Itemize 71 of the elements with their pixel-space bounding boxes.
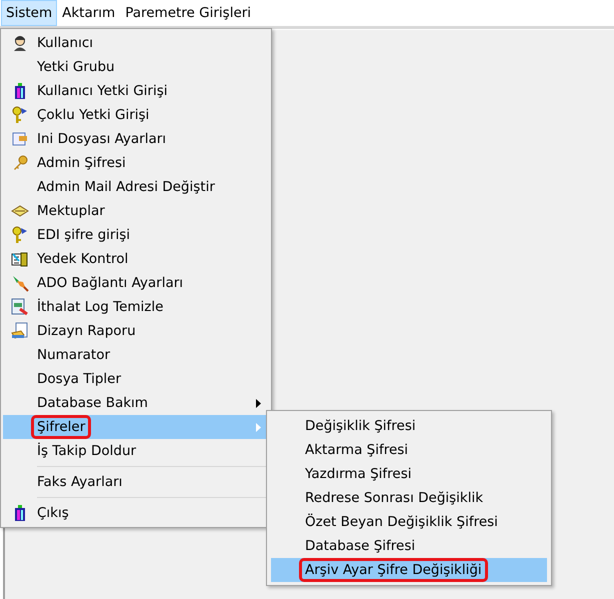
menu-item[interactable]: Kullanıcı Yetki Girişi <box>3 79 269 103</box>
menu-item[interactable]: Çıkış <box>3 494 269 525</box>
menu-item-label: Dizayn Raporu <box>36 322 137 340</box>
menu-item-label: Admin Mail Adresi Değiştir <box>36 178 216 196</box>
key-icon <box>12 155 28 171</box>
menu-item[interactable]: Özet Beyan Değişiklik Şifresi <box>271 510 547 534</box>
menu-item[interactable]: Şifreler <box>3 415 269 439</box>
menu-item[interactable]: İş Takip Doldur <box>3 439 269 463</box>
menu-item[interactable]: Ini Dosyası Ayarları <box>3 127 269 151</box>
menu-item[interactable]: Yazdırma Şifresi <box>271 462 547 486</box>
menu-item-label: Dosya Tipler <box>36 370 122 388</box>
menu-item-label: EDI şifre girişi <box>36 226 131 244</box>
menu-item-label: Admin Şifresi <box>36 154 127 172</box>
menu-item[interactable]: Faks Ayarları <box>3 463 269 494</box>
menu-item-label: Kullanıcı <box>36 34 94 52</box>
document-icon <box>12 131 28 147</box>
menu-item-label: İthalat Log Temizle <box>36 298 164 316</box>
menu-item-label: Numarator <box>36 346 112 364</box>
menu-item[interactable]: Kullanıcı <box>3 31 269 55</box>
menu-item-label: Database Bakım <box>36 394 149 412</box>
tower-icon <box>13 504 27 522</box>
plug-icon <box>11 274 29 292</box>
menu-item-label: Çıkış <box>36 504 70 522</box>
menu-item-label: Yazdırma Şifresi <box>304 465 413 483</box>
menu-bar-item[interactable]: Paremetre Girişleri <box>120 0 256 26</box>
menu-item[interactable]: Aktarma Şifresi <box>271 438 547 462</box>
menu-item[interactable]: Yedek Kontrol <box>3 247 269 271</box>
menu-item[interactable]: Arşiv Ayar Şifre Değişikliği <box>271 558 547 582</box>
backup-icon <box>11 251 29 267</box>
menu-item[interactable]: Database Bakım <box>3 391 269 415</box>
menu-item-label: Database Şifresi <box>304 537 416 555</box>
key-icon <box>12 226 28 244</box>
report-icon <box>11 322 29 340</box>
key-icon <box>12 106 28 124</box>
submenu-arrow-icon <box>256 399 261 408</box>
menu-item-label: Faks Ayarları <box>36 473 124 491</box>
person-icon <box>12 35 28 51</box>
menu-bar-item[interactable]: Sistem <box>1 0 58 26</box>
menu-item[interactable]: Değişiklik Şifresi <box>271 414 547 438</box>
menu-bar-item[interactable]: Aktarım <box>57 0 120 26</box>
menu-item[interactable]: ADO Bağlantı Ayarları <box>3 271 269 295</box>
menu-item[interactable]: İthalat Log Temizle <box>3 295 269 319</box>
menu-item-label: Değişiklik Şifresi <box>304 417 417 435</box>
menu-item[interactable]: Mektuplar <box>3 199 269 223</box>
menu-item-label: Çoklu Yetki Girişi <box>36 106 150 124</box>
menu-item-label: Kullanıcı Yetki Girişi <box>36 82 168 100</box>
menu-item-label: Yedek Kontrol <box>36 250 130 268</box>
menu-item-label: Redrese Sonrası Değişiklik <box>304 489 484 507</box>
menu-item[interactable]: Çoklu Yetki Girişi <box>3 103 269 127</box>
envelope-icon <box>11 205 29 217</box>
tower-icon <box>13 82 27 100</box>
menu-item[interactable]: Admin Mail Adresi Değiştir <box>3 175 269 199</box>
log-icon <box>11 298 29 316</box>
menu-item-label: Yetki Grubu <box>36 58 116 76</box>
menu-item-label: Mektuplar <box>36 202 106 220</box>
menu-item[interactable]: Dosya Tipler <box>3 367 269 391</box>
menu-item[interactable]: Database Şifresi <box>271 534 547 558</box>
menu-item-label: ADO Bağlantı Ayarları <box>36 274 184 292</box>
menu-item-label: Arşiv Ayar Şifre Değişikliği <box>302 561 485 579</box>
menu-item-label: Şifreler <box>34 418 88 436</box>
menu-item-label: Aktarma Şifresi <box>304 441 410 459</box>
menu-item[interactable]: Dizayn Raporu <box>3 319 269 343</box>
submenu-arrow-icon <box>256 423 261 432</box>
menu-item[interactable]: Redrese Sonrası Değişiklik <box>271 486 547 510</box>
menu-item-label: Ini Dosyası Ayarları <box>36 130 168 148</box>
menu-item[interactable]: Numarator <box>3 343 269 367</box>
menu-item[interactable]: Yetki Grubu <box>3 55 269 79</box>
menu-item-label: Özet Beyan Değişiklik Şifresi <box>304 513 499 531</box>
menu-item-label: İş Takip Doldur <box>36 442 138 460</box>
menu-item[interactable]: Admin Şifresi <box>3 151 269 175</box>
menu-item[interactable]: EDI şifre girişi <box>3 223 269 247</box>
